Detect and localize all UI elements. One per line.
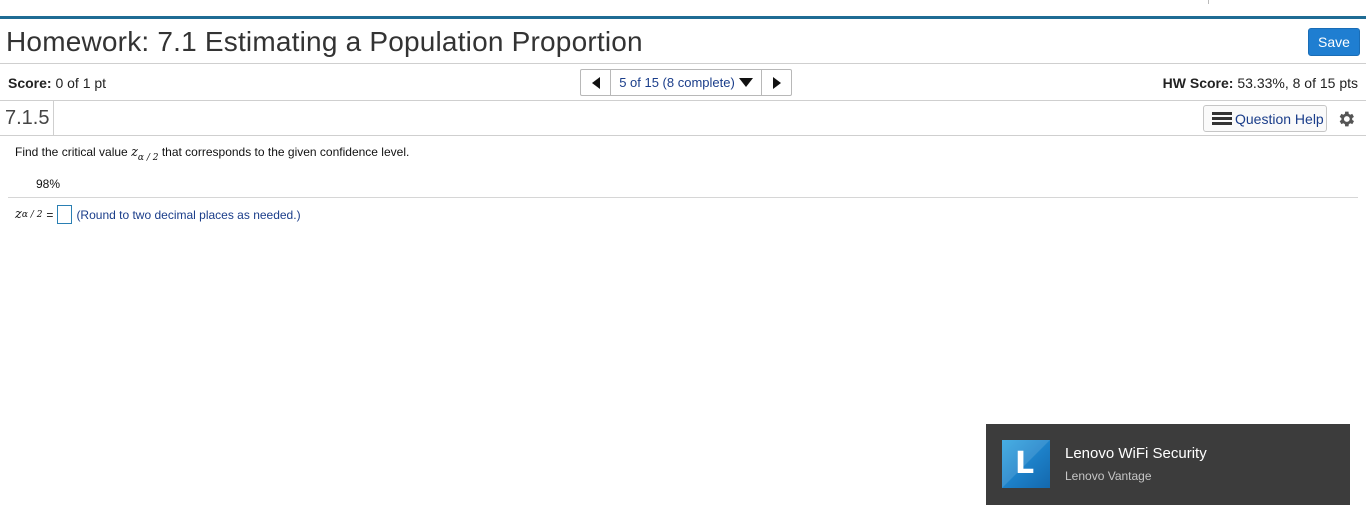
score: Score: 0 of 1 pt <box>8 75 106 91</box>
prompt-text-after: that corresponds to the given confidence… <box>161 145 410 159</box>
answer-input[interactable] <box>57 205 73 224</box>
hw-score-value: 53.33%, 8 of 15 pts <box>1237 75 1358 91</box>
confidence-level: 98% <box>36 177 61 191</box>
next-arrow-icon <box>772 76 781 89</box>
prev-arrow-icon <box>591 76 600 89</box>
lenovo-logo-icon: L <box>1002 440 1050 488</box>
question-prompt: Find the critical value zα / 2 that corr… <box>15 145 409 163</box>
page-title: Homework: 7.1 Estimating a Population Pr… <box>6 26 643 57</box>
top-strip <box>0 0 1366 16</box>
question-help-label: Question Help <box>1235 110 1324 127</box>
score-label: Score: <box>8 75 52 91</box>
notification-subtitle: Lenovo Vantage <box>1065 469 1152 483</box>
wifi-security-notification[interactable]: L Lenovo WiFi Security Lenovo Vantage <box>986 424 1350 505</box>
previous-question-button[interactable] <box>581 70 611 95</box>
prompt-text-before: Find the critical value <box>15 145 128 159</box>
question-help-button[interactable]: Question Help <box>1203 105 1327 132</box>
answer-equals: = <box>46 207 54 222</box>
gear-icon[interactable] <box>1336 109 1356 129</box>
notification-title: Lenovo WiFi Security <box>1065 445 1207 462</box>
question-selector[interactable]: 5 of 15 (8 complete) <box>611 70 761 95</box>
dropdown-caret-icon <box>738 78 753 87</box>
title-bar: Homework: 7.1 Estimating a Population Pr… <box>0 19 1366 64</box>
answer-z-subscript: α / 2 <box>21 209 43 220</box>
score-bar: Score: 0 of 1 pt 5 of 15 (8 complete) HW… <box>0 64 1366 101</box>
question-number: 7.1.5 <box>0 101 54 136</box>
save-button[interactable]: Save <box>1308 28 1360 56</box>
score-value: 0 of 1 pt <box>55 75 107 91</box>
z-symbol: z <box>131 145 138 160</box>
z-subscript: α / 2 <box>137 153 159 163</box>
question-navigator: 5 of 15 (8 complete) <box>580 69 792 96</box>
answer-line: zα / 2 = (Round to two decimal places as… <box>15 205 301 224</box>
rounding-hint: (Round to two decimal places as needed.) <box>76 207 301 222</box>
logo-letter: L <box>1015 446 1035 481</box>
top-tick <box>1208 0 1209 4</box>
question-header: 7.1.5 Question Help <box>0 101 1366 136</box>
hw-score-label: HW Score: <box>1162 75 1234 91</box>
content-divider <box>8 197 1358 198</box>
list-icon <box>1212 111 1232 126</box>
hw-score: HW Score: 53.33%, 8 of 15 pts <box>1163 75 1358 91</box>
question-selector-label: 5 of 15 (8 complete) <box>619 75 735 90</box>
next-question-button[interactable] <box>761 70 791 95</box>
answer-z-symbol: z <box>15 207 22 222</box>
